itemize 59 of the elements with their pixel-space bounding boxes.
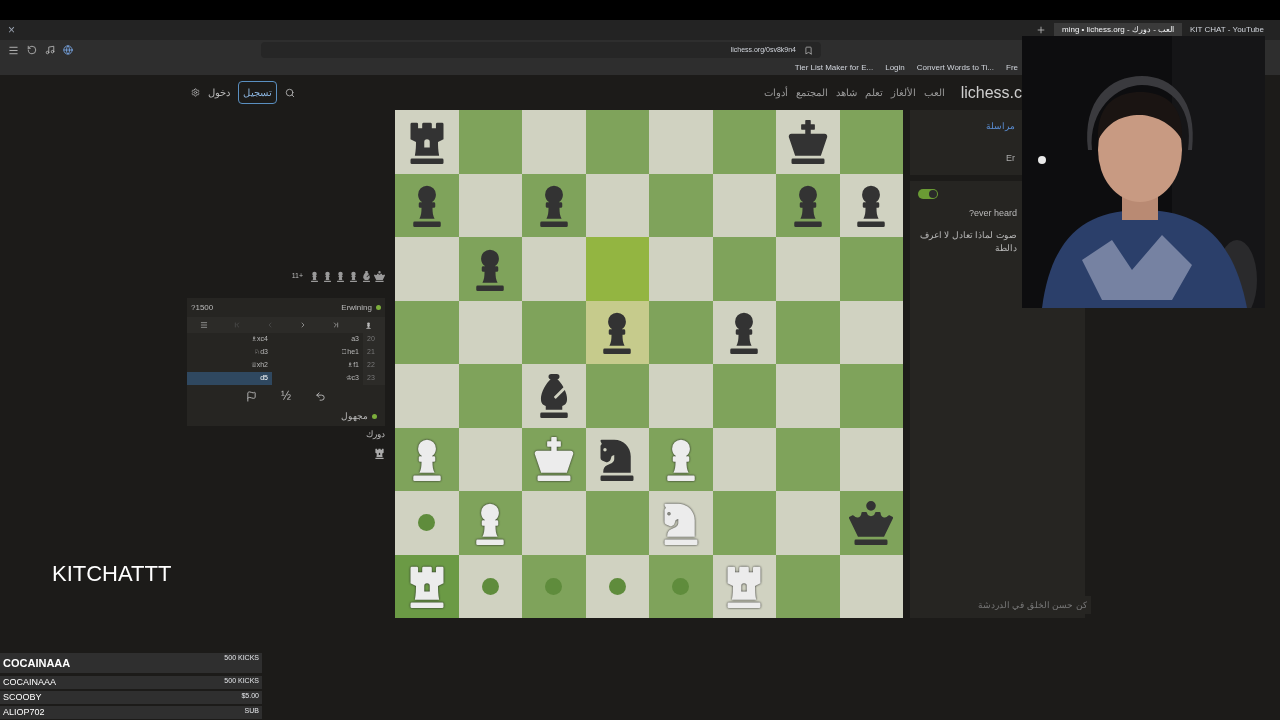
nav-link[interactable]: تعلم: [864, 85, 883, 100]
nav-link[interactable]: العب: [923, 85, 945, 100]
menu-icon[interactable]: [8, 44, 19, 56]
bookmark-link[interactable]: Convert Words to Ti...: [916, 61, 994, 74]
player-name: مجهول: [341, 409, 368, 423]
overlay-title: KITCHATTT: [52, 560, 172, 588]
music-icon[interactable]: [45, 45, 55, 55]
board-square[interactable]: [522, 173, 586, 237]
chess-board[interactable]: [395, 110, 903, 618]
settings-icon[interactable]: [191, 88, 200, 97]
signup-button[interactable]: تسجيل: [238, 81, 277, 104]
turn-label: دورك: [366, 428, 385, 441]
new-tab-icon[interactable]: [1036, 25, 1046, 35]
nav-link[interactable]: شاهد: [835, 85, 857, 100]
bookmark-link[interactable]: Fre: [1006, 61, 1018, 74]
first-move-icon[interactable]: [232, 321, 241, 329]
pawn-icon[interactable]: [365, 321, 373, 329]
board-square[interactable]: [458, 237, 522, 301]
board-square[interactable]: [585, 427, 649, 491]
chat-link[interactable]: مراسلة: [986, 120, 1015, 134]
board-square[interactable]: [649, 427, 713, 491]
board-square[interactable]: [395, 427, 459, 491]
login-link[interactable]: دخول: [208, 85, 230, 100]
nav-link[interactable]: الألغاز: [890, 85, 916, 100]
resign-icon[interactable]: [246, 390, 257, 402]
nav-link[interactable]: أدوات: [763, 85, 788, 100]
board-square[interactable]: [395, 173, 459, 237]
chat-message: ?ever heard: [968, 207, 1017, 220]
browser-tab[interactable]: KIT CHAT - YouTube: [1182, 22, 1272, 38]
opponent-name[interactable]: Erwining: [341, 301, 372, 314]
board-square[interactable]: [776, 173, 840, 237]
board-square[interactable]: [458, 491, 522, 555]
extension-icon[interactable]: [63, 45, 73, 55]
bookmark-icon[interactable]: [804, 45, 813, 55]
opponent-rating: ?1500: [191, 301, 214, 314]
takeback-icon[interactable]: [315, 390, 326, 402]
board-square[interactable]: [712, 300, 776, 364]
board-square[interactable]: [776, 110, 840, 174]
board-square[interactable]: [522, 427, 586, 491]
board-square[interactable]: [585, 300, 649, 364]
window-close[interactable]: ×: [8, 21, 15, 39]
nav-link[interactable]: المجتمع: [795, 85, 828, 100]
chat-message: صوت لماذا تعادل لا اعرف دالطة: [919, 228, 1017, 255]
bookmark-link[interactable]: Tier List Maker for E...: [794, 61, 874, 74]
search-icon[interactable]: [285, 87, 295, 98]
menu-icon[interactable]: [199, 321, 208, 329]
board-square[interactable]: [839, 173, 903, 237]
bookmark-link[interactable]: Login: [885, 61, 905, 74]
board-square[interactable]: [522, 364, 586, 428]
chat-toggle[interactable]: [918, 189, 938, 199]
rook-icon: [374, 447, 385, 459]
reload-icon[interactable]: [27, 45, 37, 55]
draw-button[interactable]: ½: [281, 387, 291, 405]
board-square[interactable]: [395, 554, 459, 618]
site-logo[interactable]: lichess.c: [960, 80, 1022, 105]
board-square[interactable]: [839, 491, 903, 555]
last-move-icon[interactable]: [332, 321, 341, 329]
board-square[interactable]: [395, 110, 459, 174]
chat-text: Er: [1006, 151, 1015, 165]
